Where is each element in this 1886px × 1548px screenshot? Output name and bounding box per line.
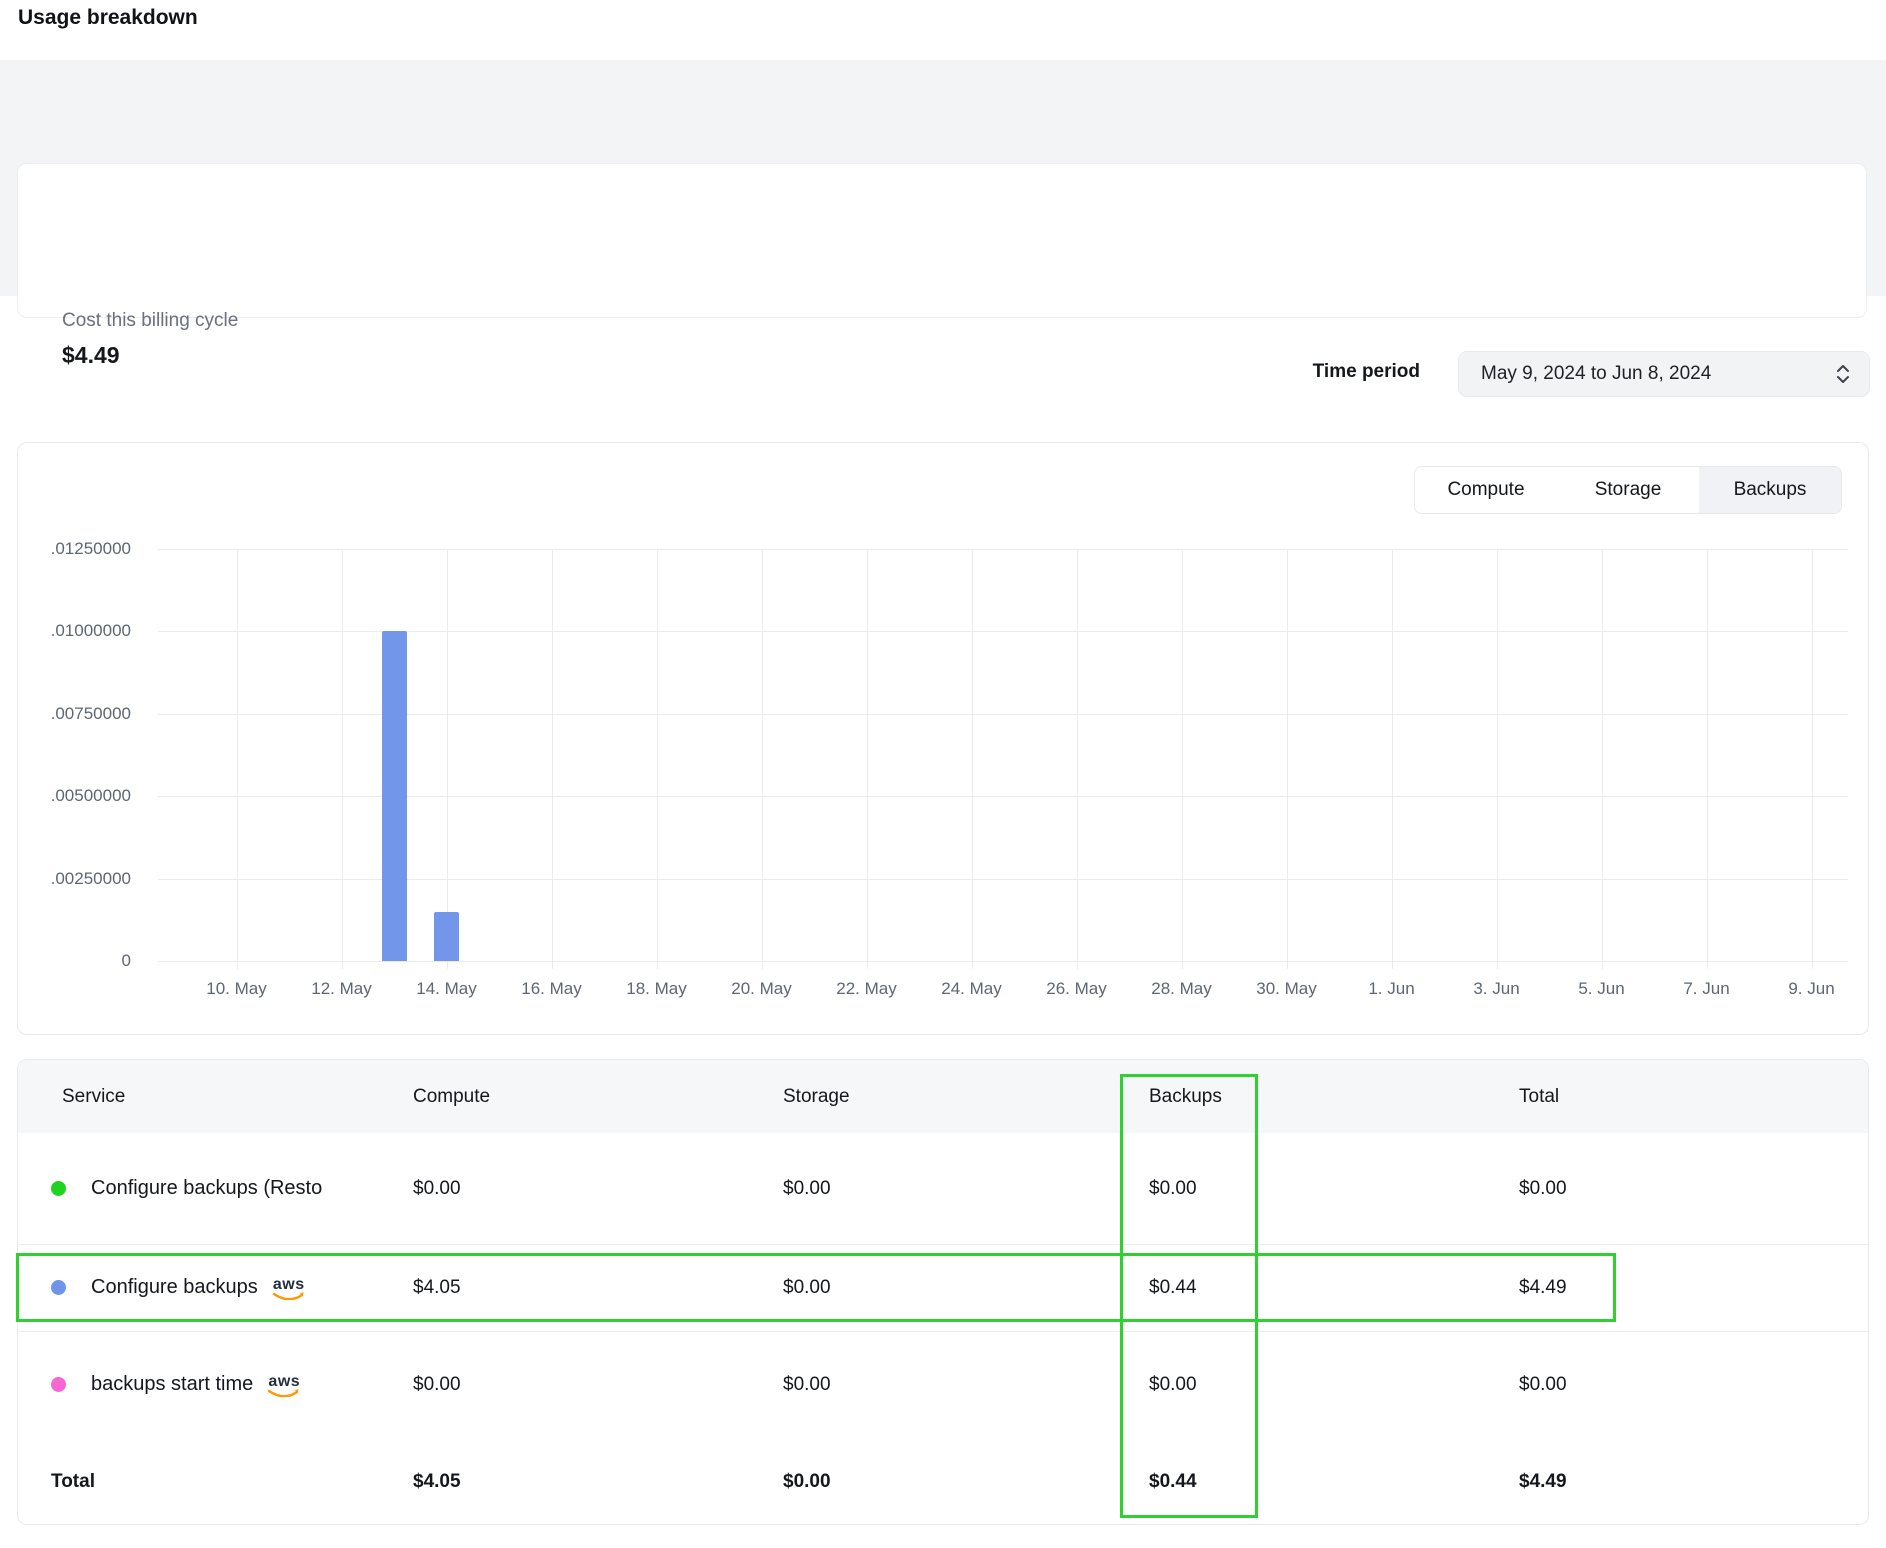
y-gridline	[158, 631, 1848, 632]
y-axis-tick-label: .00500000	[18, 786, 131, 806]
cost-cycle-label: Cost this billing cycle	[62, 310, 238, 332]
column-header-storage: Storage	[783, 1086, 1149, 1108]
total-cost: $0.00	[1519, 1374, 1868, 1396]
chevron-up-down-icon	[1835, 362, 1851, 386]
series-dot-blue	[51, 1280, 66, 1295]
table-header-row: Service Compute Storage Backups Total	[18, 1060, 1868, 1133]
x-axis-tick-label: 22. May	[812, 979, 922, 999]
x-axis-tick-label: 3. Jun	[1442, 979, 1552, 999]
x-gridline	[1077, 549, 1078, 969]
x-axis-tick-label: 10. May	[182, 979, 292, 999]
x-axis-tick-label: 20. May	[707, 979, 817, 999]
usage-chart-card: Compute Storage Backups 0.00250000.00500…	[17, 442, 1869, 1035]
x-axis-tick-label: 14. May	[392, 979, 502, 999]
total-cost: $4.49	[1519, 1277, 1868, 1299]
x-gridline	[867, 549, 868, 969]
backups-total: $0.44	[1149, 1471, 1519, 1493]
compute-cost: $0.00	[413, 1374, 783, 1396]
x-axis-tick-label: 5. Jun	[1547, 979, 1657, 999]
table-total-row: Total $4.05 $0.00 $0.44 $4.49	[18, 1438, 1868, 1526]
x-gridline	[1287, 549, 1288, 969]
x-gridline	[762, 549, 763, 969]
x-axis-tick-label: 16. May	[497, 979, 607, 999]
x-axis-tick-label: 24. May	[917, 979, 1027, 999]
x-axis-tick-label: 26. May	[1022, 979, 1132, 999]
compute-cost: $0.00	[413, 1178, 783, 1200]
grand-total: $4.49	[1519, 1471, 1868, 1493]
usage-table: Service Compute Storage Backups Total Co…	[17, 1059, 1869, 1525]
time-period-label: Time period	[1190, 361, 1420, 383]
bar	[382, 631, 407, 961]
x-gridline	[972, 549, 973, 969]
y-gridline	[158, 714, 1848, 715]
x-gridline	[1497, 549, 1498, 969]
column-header-service: Service	[18, 1086, 413, 1108]
summary-section: Cost this billing cycle $4.49	[0, 60, 1886, 296]
series-dot-pink	[51, 1377, 66, 1392]
series-dot-green	[51, 1181, 66, 1196]
column-header-total: Total	[1519, 1086, 1868, 1108]
cost-cycle-value: $4.49	[62, 342, 120, 369]
y-axis-tick-label: .01000000	[18, 621, 131, 641]
y-gridline	[158, 879, 1848, 880]
storage-total: $0.00	[783, 1471, 1149, 1493]
aws-icon: aws	[267, 1375, 301, 1397]
column-header-compute: Compute	[413, 1086, 783, 1108]
x-gridline	[1182, 549, 1183, 969]
x-gridline	[1392, 549, 1393, 969]
service-name: backups start time	[91, 1373, 253, 1396]
x-gridline	[1812, 549, 1813, 969]
y-axis-tick-label: .00250000	[18, 869, 131, 889]
x-gridline	[237, 549, 238, 969]
y-axis-tick-label: .00750000	[18, 704, 131, 724]
storage-cost: $0.00	[783, 1374, 1149, 1396]
x-gridline	[657, 549, 658, 969]
x-gridline	[1602, 549, 1603, 969]
y-axis-tick-label: .01250000	[18, 539, 131, 559]
x-gridline	[1707, 549, 1708, 969]
cost-summary-card: Cost this billing cycle $4.49	[17, 163, 1867, 318]
page-title: Usage breakdown	[18, 6, 198, 30]
x-axis-tick-label: 7. Jun	[1652, 979, 1762, 999]
service-name: Configure backups	[91, 1276, 258, 1299]
time-period-select[interactable]: May 9, 2024 to Jun 8, 2024	[1458, 351, 1870, 397]
storage-cost: $0.00	[783, 1277, 1149, 1299]
y-gridline	[158, 549, 1848, 550]
x-axis-tick-label: 28. May	[1127, 979, 1237, 999]
service-name: Configure backups (Resto	[91, 1177, 322, 1200]
backups-cost: $0.00	[1149, 1178, 1519, 1200]
y-gridline	[158, 796, 1848, 797]
bar	[434, 912, 459, 961]
x-gridline	[447, 549, 448, 969]
x-axis-tick-label: 18. May	[602, 979, 712, 999]
total-cost: $0.00	[1519, 1178, 1868, 1200]
y-gridline	[158, 961, 1848, 962]
bar-chart: 0 .00250000 .00500000 .00750000 .01000000 .01…	[18, 443, 1870, 1036]
x-axis-tick-label: 12. May	[287, 979, 397, 999]
x-axis-tick-label: 30. May	[1232, 979, 1342, 999]
table-row: backups start time aws $0.00 $0.00 $0.00…	[18, 1331, 1868, 1438]
storage-cost: $0.00	[783, 1178, 1149, 1200]
backups-cost: $0.00	[1149, 1374, 1519, 1396]
x-gridline	[552, 549, 553, 969]
compute-cost: $4.05	[413, 1277, 783, 1299]
x-axis-tick-label: 9. Jun	[1757, 979, 1867, 999]
table-row: Configure backups (Resto $0.00 $0.00 $0.…	[18, 1133, 1868, 1244]
x-axis-tick-label: 1. Jun	[1337, 979, 1447, 999]
column-header-backups: Backups	[1149, 1086, 1519, 1108]
total-label: Total	[18, 1471, 413, 1493]
backups-cost: $0.44	[1149, 1277, 1519, 1299]
compute-total: $4.05	[413, 1471, 783, 1493]
table-row-highlighted: Configure backups aws $4.05 $0.00 $0.44 …	[18, 1244, 1868, 1331]
time-period-value: May 9, 2024 to Jun 8, 2024	[1481, 363, 1835, 385]
y-axis-tick-label: 0	[18, 951, 131, 971]
x-gridline	[342, 549, 343, 969]
aws-icon: aws	[272, 1278, 306, 1300]
